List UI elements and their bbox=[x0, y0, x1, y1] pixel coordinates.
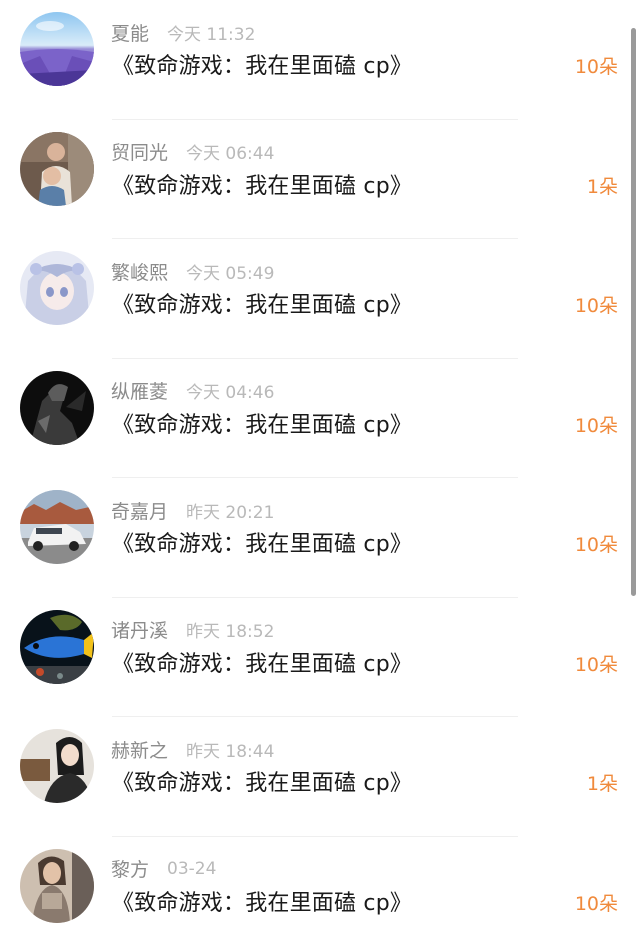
user-name[interactable]: 赫新之 bbox=[111, 736, 168, 763]
user-name[interactable]: 夏能 bbox=[111, 19, 149, 46]
book-title[interactable]: 《致命游戏：我在里面磕 cp》 bbox=[112, 885, 412, 917]
list-item[interactable]: 夏能 今天 11:32 《致命游戏：我在里面磕 cp》 10朵 bbox=[0, 0, 640, 120]
user-name[interactable]: 诸丹溪 bbox=[111, 616, 168, 643]
user-name[interactable]: 纵雁菱 bbox=[111, 377, 168, 404]
user-name[interactable]: 贸同光 bbox=[111, 138, 168, 165]
gift-count: 1朵 bbox=[586, 175, 618, 198]
lavender-field-avatar[interactable] bbox=[20, 12, 94, 86]
list-item[interactable]: 诸丹溪 昨天 18:52 《致命游戏：我在里面磕 cp》 10朵 bbox=[0, 598, 640, 717]
gift-count: 10朵 bbox=[574, 534, 618, 556]
list-item[interactable]: 纵雁菱 今天 04:46 《致命游戏：我在里面磕 cp》 10朵 bbox=[0, 359, 640, 478]
timestamp: 今天 11:32 bbox=[167, 24, 256, 45]
scrollbar[interactable] bbox=[631, 28, 636, 596]
user-name[interactable]: 黎方 bbox=[111, 855, 149, 882]
book-title[interactable]: 《致命游戏：我在里面磕 cp》 bbox=[112, 407, 412, 439]
gift-count: 1朵 bbox=[586, 773, 618, 795]
gift-record-list: 夏能 今天 11:32 《致命游戏：我在里面磕 cp》 10朵 贸同光 今天 0… bbox=[0, 0, 640, 942]
book-title[interactable]: 《致命游戏：我在里面磕 cp》 bbox=[112, 48, 412, 80]
timestamp: 昨天 18:52 bbox=[186, 622, 275, 642]
white-suv-avatar[interactable] bbox=[20, 490, 94, 564]
girl-portrait-avatar[interactable] bbox=[20, 729, 94, 803]
list-item[interactable]: 繁峻熙 今天 05:49 《致命游戏：我在里面磕 cp》 10朵 bbox=[0, 239, 640, 359]
timestamp: 03-24 bbox=[167, 858, 217, 879]
gift-count: 10朵 bbox=[574, 892, 618, 915]
family-photo-avatar[interactable] bbox=[20, 131, 94, 206]
list-item[interactable]: 贸同光 今天 06:44 《致命游戏：我在里面磕 cp》 1朵 bbox=[0, 120, 640, 239]
list-item[interactable]: 奇嘉月 昨天 20:21 《致命游戏：我在里面磕 cp》 10朵 bbox=[0, 478, 640, 598]
list-item[interactable]: 赫新之 昨天 18:44 《致命游戏：我在里面磕 cp》 1朵 bbox=[0, 717, 640, 837]
dark-figure-avatar[interactable] bbox=[20, 370, 94, 445]
book-title[interactable]: 《致命游戏：我在里面磕 cp》 bbox=[112, 765, 412, 797]
timestamp: 今天 05:49 bbox=[186, 263, 275, 284]
book-title[interactable]: 《致命游戏：我在里面磕 cp》 bbox=[112, 646, 412, 678]
book-title[interactable]: 《致命游戏：我在里面磕 cp》 bbox=[112, 287, 412, 319]
gift-count: 10朵 bbox=[574, 653, 618, 676]
timestamp: 昨天 20:21 bbox=[186, 502, 275, 523]
timestamp: 今天 06:44 bbox=[186, 144, 275, 164]
woman-photo-avatar[interactable] bbox=[20, 848, 94, 923]
anime-girl-avatar[interactable] bbox=[20, 251, 94, 325]
blue-fish-avatar[interactable] bbox=[20, 609, 94, 684]
book-title[interactable]: 《致命游戏：我在里面磕 cp》 bbox=[112, 526, 412, 558]
timestamp: 昨天 18:44 bbox=[186, 741, 275, 762]
user-name[interactable]: 繁峻熙 bbox=[111, 258, 168, 285]
gift-count: 10朵 bbox=[574, 56, 618, 78]
gift-count: 10朵 bbox=[574, 414, 618, 437]
user-name[interactable]: 奇嘉月 bbox=[111, 497, 168, 524]
list-item[interactable]: 黎方 03-24 《致命游戏：我在里面磕 cp》 10朵 bbox=[0, 837, 640, 942]
gift-count: 10朵 bbox=[574, 295, 618, 317]
book-title[interactable]: 《致命游戏：我在里面磕 cp》 bbox=[112, 168, 412, 200]
timestamp: 今天 04:46 bbox=[186, 383, 275, 403]
